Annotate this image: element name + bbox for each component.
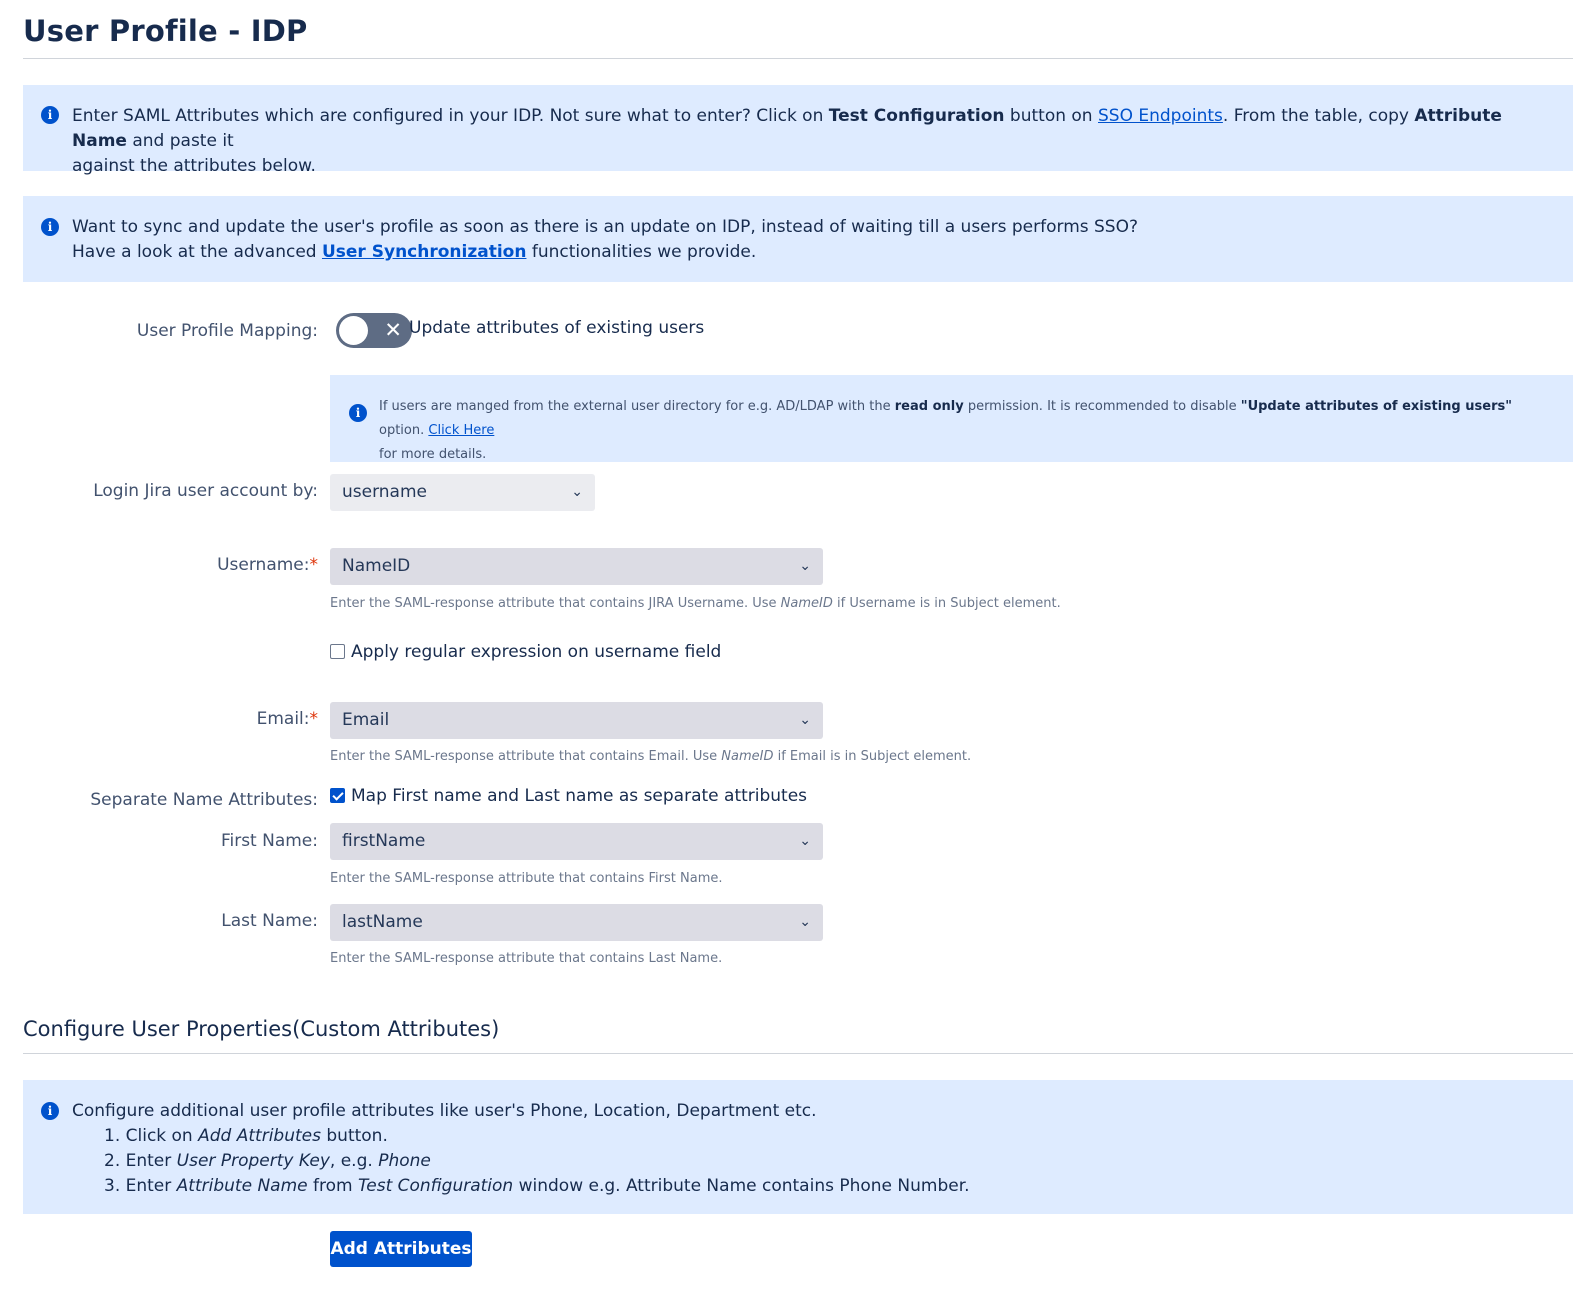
step-text: button. xyxy=(320,1126,388,1146)
help-italic: NameID xyxy=(721,749,774,764)
first-name-value: firstName xyxy=(342,831,426,851)
step-italic: Attribute Name xyxy=(176,1176,308,1196)
read-only-bold: read only xyxy=(894,399,964,414)
steps-list: 1. Click on Add Attributes button. 2. En… xyxy=(72,1124,1552,1199)
step-text: window e.g. Attribute Name contains Phon… xyxy=(513,1176,970,1196)
step-2: 2. Enter User Property Key, e.g. Phone xyxy=(104,1149,1552,1174)
chevron-down-icon: ⌄ xyxy=(571,484,583,500)
toggle-knob xyxy=(339,316,368,345)
step-italic: User Property Key xyxy=(176,1151,330,1171)
chevron-down-icon: ⌄ xyxy=(799,712,811,728)
username-select[interactable]: NameID ⌄ xyxy=(330,548,823,585)
toggle-label: Update attributes of existing users xyxy=(409,318,705,338)
add-attributes-button[interactable]: Add Attributes xyxy=(330,1231,472,1267)
page: User Profile - IDP i Enter SAML Attribut… xyxy=(23,0,1573,1305)
info-custom-text: Configure additional user profile attrib… xyxy=(72,1099,1552,1199)
info-sync-text: Want to sync and update the user's profi… xyxy=(72,215,1552,265)
info-text-line2: against the attributes below. xyxy=(72,156,316,176)
info-text-part: functionalities we provide. xyxy=(526,242,757,262)
login-by-select[interactable]: username ⌄ xyxy=(330,474,595,511)
login-by-label: Login Jira user account by: xyxy=(93,481,318,501)
page-title: User Profile - IDP xyxy=(23,14,308,48)
last-name-label: Last Name: xyxy=(221,911,318,931)
info-text-line2: for more details. xyxy=(379,447,487,462)
required-marker: * xyxy=(309,709,319,729)
title-divider xyxy=(23,58,1573,59)
step-text: , e.g. xyxy=(329,1151,379,1171)
chevron-down-icon: ⌄ xyxy=(799,914,811,930)
help-text-part: Enter the SAML-response attribute that c… xyxy=(330,749,722,764)
info-icon: i xyxy=(41,1102,59,1120)
info-sync-line1: Want to sync and update the user's profi… xyxy=(72,217,1139,237)
email-label-text: Email: xyxy=(256,709,310,729)
step-italic: Add Attributes xyxy=(198,1126,321,1146)
click-here-link[interactable]: Click Here xyxy=(428,423,494,438)
step-1: 1. Click on Add Attributes button. xyxy=(104,1124,1552,1149)
help-text-part: if Email is in Subject element. xyxy=(773,749,972,764)
info-text-part: . From the table, copy xyxy=(1222,106,1415,126)
step-3: 3. Enter Attribute Name from Test Config… xyxy=(104,1174,1552,1199)
info-text-part: and paste it xyxy=(126,131,234,151)
required-marker: * xyxy=(309,555,319,575)
info-text-part: Have a look at the advanced xyxy=(72,242,322,262)
regex-checkbox-label: Apply regular expression on username fie… xyxy=(351,642,722,662)
chevron-down-icon: ⌄ xyxy=(799,558,811,574)
close-icon: ✕ xyxy=(384,318,402,342)
step-italic: Test Configuration xyxy=(357,1176,514,1196)
step-text: 2. Enter xyxy=(104,1151,177,1171)
info-custom-attributes: i Configure additional user profile attr… xyxy=(23,1080,1573,1214)
help-text-part: if Username is in Subject element. xyxy=(832,596,1061,611)
custom-attributes-title: Configure User Properties(Custom Attribu… xyxy=(23,1017,500,1041)
username-value: NameID xyxy=(342,556,411,576)
username-label-text: Username: xyxy=(217,555,310,575)
test-configuration-bold: Test Configuration xyxy=(828,106,1005,126)
first-name-help: Enter the SAML-response attribute that c… xyxy=(330,871,723,886)
step-text: 1. Click on xyxy=(104,1126,199,1146)
info-read-only: i If users are manged from the external … xyxy=(330,375,1573,462)
email-label: Email:* xyxy=(23,709,318,729)
email-help: Enter the SAML-response attribute that c… xyxy=(330,749,971,764)
email-value: Email xyxy=(342,710,390,730)
update-attributes-toggle[interactable]: ✕ xyxy=(336,313,412,348)
user-synchronization-link[interactable]: User Synchronization xyxy=(322,242,526,262)
last-name-help: Enter the SAML-response attribute that c… xyxy=(330,951,723,966)
step-text: from xyxy=(307,1176,358,1196)
help-italic: NameID xyxy=(780,596,833,611)
info-saml-text: Enter SAML Attributes which are configur… xyxy=(72,104,1552,179)
first-name-label: First Name: xyxy=(220,831,318,851)
separate-names-checkbox-label: Map First name and Last name as separate… xyxy=(351,786,808,806)
info-text-part: Enter SAML Attributes which are configur… xyxy=(72,106,829,126)
last-name-value: lastName xyxy=(342,912,423,932)
username-help: Enter the SAML-response attribute that c… xyxy=(330,596,1061,611)
info-text-part: option. xyxy=(379,423,429,438)
sso-endpoints-link[interactable]: SSO Endpoints xyxy=(1098,106,1223,126)
step-italic: Phone xyxy=(378,1151,431,1171)
info-text-part: button on xyxy=(1004,106,1098,126)
info-text-part: permission. It is recommended to disable xyxy=(963,399,1241,414)
info-user-sync: i Want to sync and update the user's pro… xyxy=(23,196,1573,282)
info-icon: i xyxy=(41,218,59,236)
section-divider xyxy=(23,1053,1573,1054)
user-profile-mapping-label: User Profile Mapping: xyxy=(136,321,318,341)
last-name-select[interactable]: lastName ⌄ xyxy=(330,904,823,941)
info-custom-line1: Configure additional user profile attrib… xyxy=(72,1101,817,1121)
step-text: 3. Enter xyxy=(104,1176,177,1196)
login-by-value: username xyxy=(342,482,427,502)
email-select[interactable]: Email ⌄ xyxy=(330,702,823,739)
info-read-only-text: If users are manged from the external us… xyxy=(379,395,1559,467)
separate-names-checkbox[interactable] xyxy=(330,788,345,803)
separate-names-label: Separate Name Attributes: xyxy=(90,790,318,810)
help-text-part: Enter the SAML-response attribute that c… xyxy=(330,596,781,611)
update-attributes-bold: "Update attributes of existing users" xyxy=(1240,399,1512,414)
info-icon: i xyxy=(349,404,367,422)
info-text-part: If users are manged from the external us… xyxy=(379,399,895,414)
info-saml-attributes: i Enter SAML Attributes which are config… xyxy=(23,85,1573,176)
first-name-select[interactable]: firstName ⌄ xyxy=(330,823,823,860)
chevron-down-icon: ⌄ xyxy=(799,833,811,849)
regex-checkbox[interactable] xyxy=(330,644,345,659)
info-icon: i xyxy=(41,106,59,124)
username-label: Username:* xyxy=(23,555,318,575)
